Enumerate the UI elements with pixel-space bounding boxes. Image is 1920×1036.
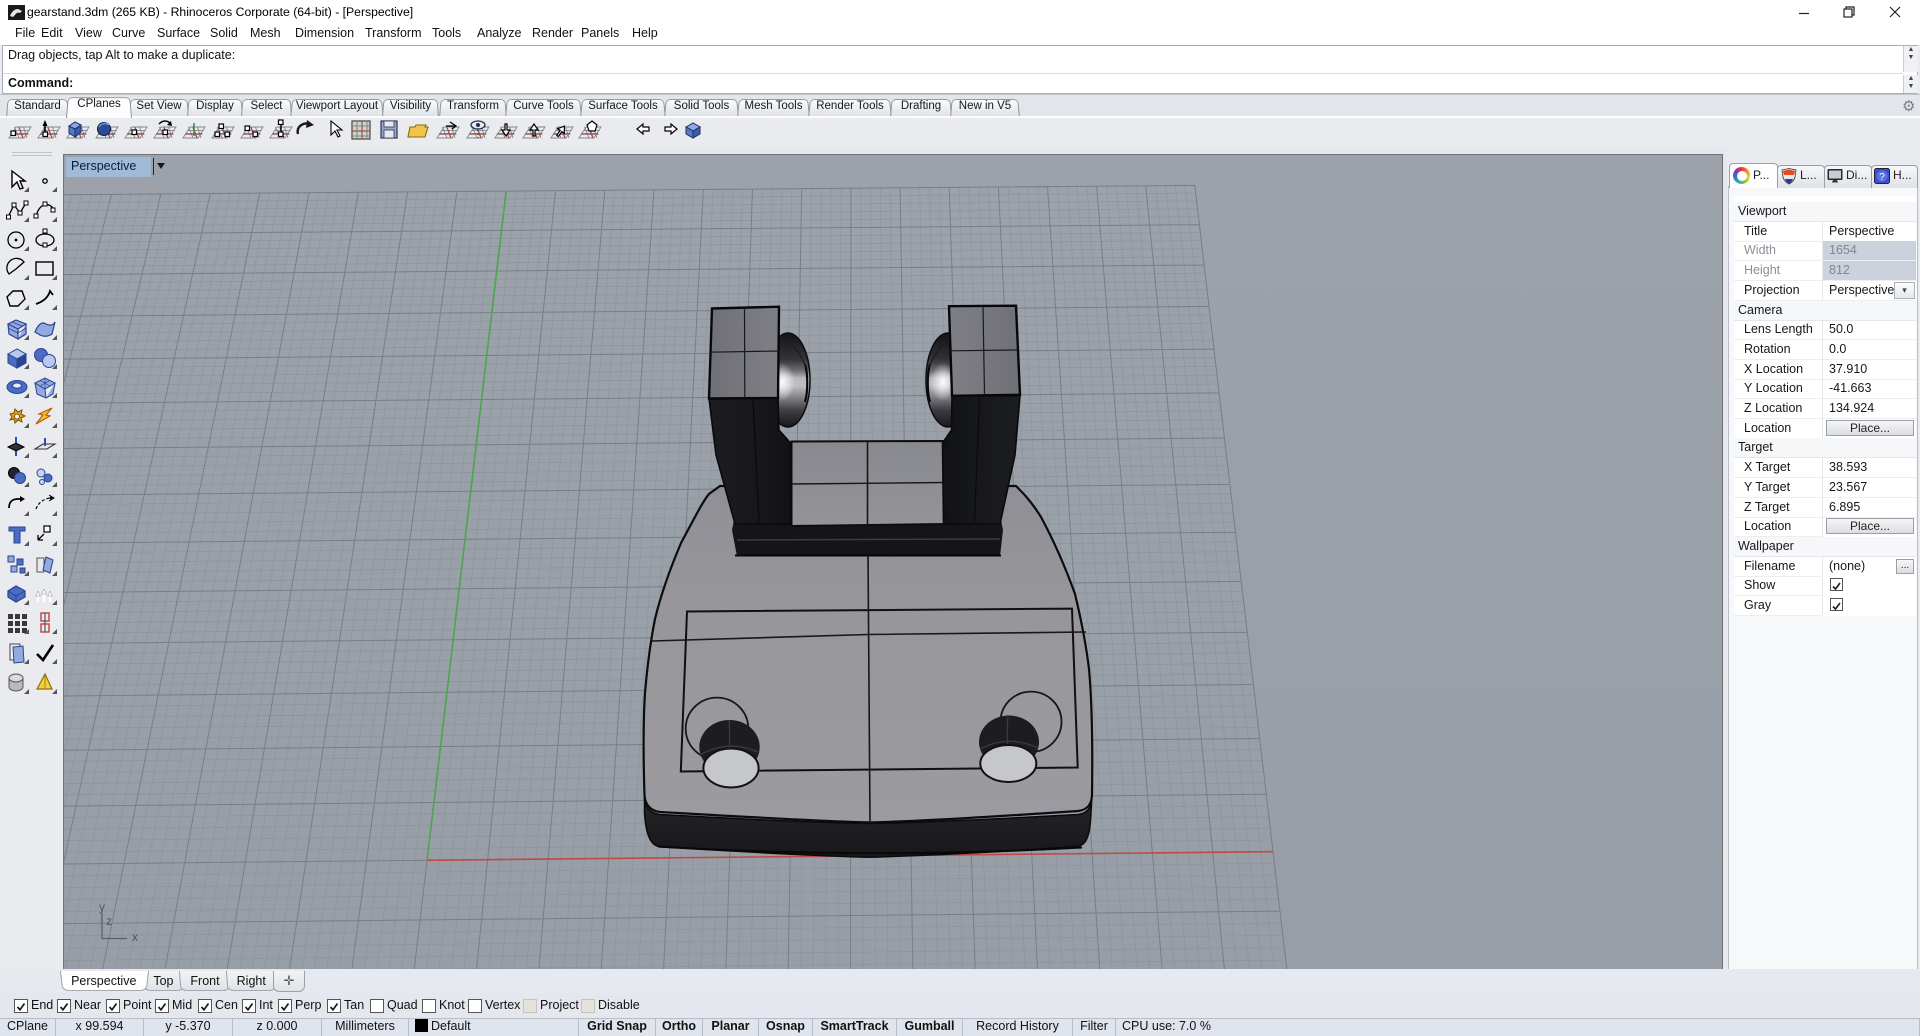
svg-text:z: z: [106, 914, 112, 928]
svg-text:y: y: [99, 900, 105, 914]
svg-text:?: ?: [1879, 172, 1885, 183]
svg-text:x: x: [132, 930, 138, 944]
